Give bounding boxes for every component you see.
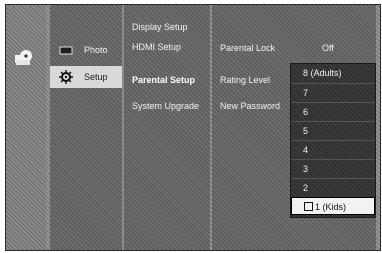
disc-panel (6, 5, 46, 250)
menu-item-photo[interactable]: Photo (50, 39, 122, 61)
parental-lock-value: Off (322, 43, 334, 53)
rating-option-4[interactable]: 4 (291, 140, 375, 158)
menu-item-setup[interactable]: Setup (50, 66, 122, 88)
menu-item-photo-label: Photo (84, 45, 108, 55)
rating-option-3[interactable]: 3 (291, 159, 375, 177)
rating-option-label: 6 (303, 107, 309, 117)
rating-option-label: 7 (303, 88, 309, 98)
rating-option-label: 4 (303, 145, 309, 155)
submenu-system-upgrade[interactable]: System Upgrade (132, 101, 199, 111)
submenu-display-setup[interactable]: Display Setup (132, 22, 188, 32)
rating-option-label: 8 (Adults) (303, 68, 342, 78)
rating-option-8[interactable]: 8 (Adults) (291, 64, 375, 82)
submenu-parental-setup[interactable]: Parental Setup (132, 75, 195, 85)
rating-option-label: 2 (303, 183, 309, 193)
rating-option-6[interactable]: 6 (291, 102, 375, 120)
setup-screen: Photo Setup Display Setup HDMI Setup Par… (5, 4, 381, 251)
rating-option-label: 1 (Kids) (315, 202, 347, 212)
rating-level-label[interactable]: Rating Level (220, 75, 270, 85)
setup-gear-icon (59, 70, 73, 84)
rating-option-2[interactable]: 2 (291, 178, 375, 196)
rating-option-7[interactable]: 7 (291, 83, 375, 101)
photo-icon (59, 46, 73, 55)
menu-item-setup-label: Setup (84, 72, 108, 82)
rating-level-dropdown[interactable]: 8 (Adults) 7 6 5 4 3 2 1 (Kids) (290, 63, 376, 218)
rating-option-label: 3 (303, 164, 309, 174)
rating-option-5[interactable]: 5 (291, 121, 375, 139)
submenu-hdmi-setup[interactable]: HDMI Setup (132, 42, 181, 52)
rating-option-1-selected[interactable]: 1 (Kids) (291, 197, 375, 215)
disc-icon (15, 50, 32, 65)
rating-option-label: 5 (303, 126, 309, 136)
selected-check-icon (304, 202, 313, 211)
parental-lock-label[interactable]: Parental Lock (220, 43, 275, 53)
new-password-label[interactable]: New Password (220, 101, 280, 111)
